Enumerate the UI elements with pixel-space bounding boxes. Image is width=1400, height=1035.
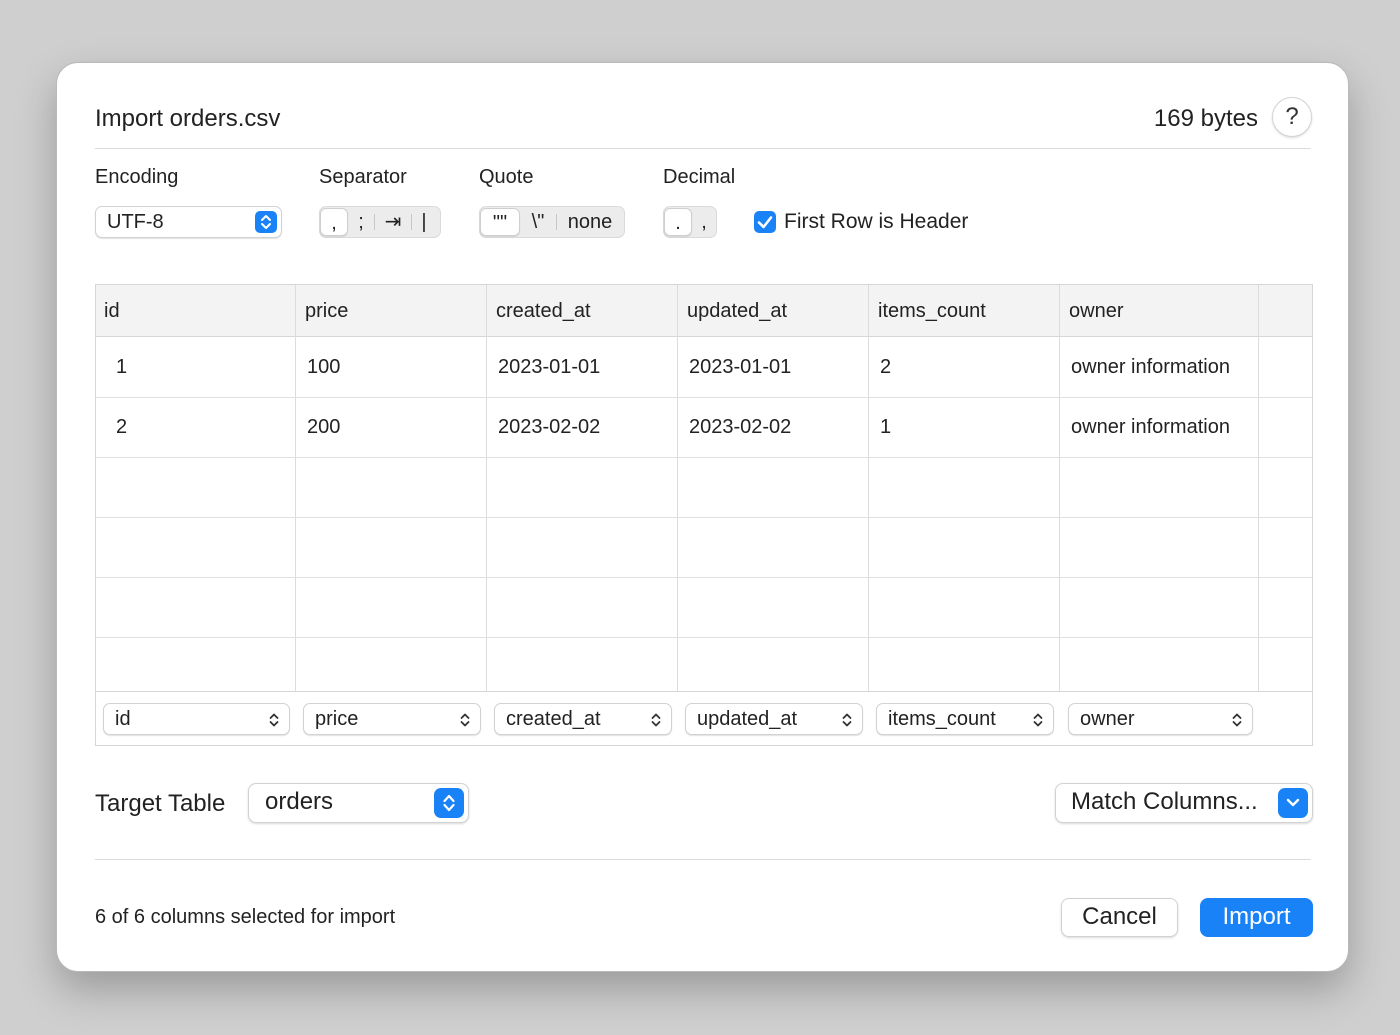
decimal-label: Decimal	[663, 166, 736, 188]
match-columns-button[interactable]: Match Columns...	[1055, 783, 1313, 823]
table-cell: 100	[307, 356, 341, 378]
table-cell: owner information	[1071, 416, 1230, 438]
table-cell: 2023-02-02	[498, 416, 601, 438]
decimal-comma[interactable]: ,	[692, 208, 716, 236]
dialog-title: Import orders.csv	[95, 105, 281, 132]
chevron-updown-icon	[460, 713, 470, 727]
table-cell: 2023-02-02	[689, 416, 792, 438]
import-dialog: Import orders.csv 169 bytes ? Encoding U…	[56, 62, 1349, 972]
row-divider	[96, 397, 1312, 398]
match-columns-label: Match Columns...	[1071, 788, 1258, 815]
encoding-value: UTF-8	[107, 211, 164, 233]
chevron-updown-icon	[269, 713, 279, 727]
column-divider	[868, 285, 869, 691]
table-cell: 2	[116, 416, 128, 438]
column-mapping-value: price	[315, 708, 359, 730]
encoding-select[interactable]: UTF-8	[95, 206, 282, 238]
column-header-id[interactable]: id	[104, 300, 120, 323]
column-divider	[486, 285, 487, 691]
separator-semicolon[interactable]: ;	[348, 208, 374, 236]
target-table-label: Target Table	[95, 790, 226, 817]
first-row-header-checkbox[interactable]	[754, 211, 776, 233]
stepper-icon	[255, 211, 277, 233]
help-button[interactable]: ?	[1272, 97, 1312, 137]
checkmark-icon	[757, 216, 773, 229]
status-text: 6 of 6 columns selected for import	[95, 906, 396, 928]
quote-none[interactable]: none	[557, 208, 623, 236]
column-divider	[677, 285, 678, 691]
column-header-updated-at[interactable]: updated_at	[687, 300, 787, 323]
target-table-value: orders	[265, 788, 334, 815]
encoding-label: Encoding	[95, 166, 179, 188]
column-mapping-value: created_at	[506, 708, 601, 730]
separator-tab[interactable]: ⇥	[375, 208, 411, 236]
chevron-updown-icon	[1033, 713, 1043, 727]
table-cell: 2023-01-01	[498, 356, 601, 378]
table-cell: 200	[307, 416, 341, 438]
column-mapping-value: updated_at	[697, 708, 798, 730]
column-header-created-at[interactable]: created_at	[496, 300, 591, 323]
preview-table: id price created_at updated_at items_cou…	[95, 284, 1313, 746]
decimal-period[interactable]: .	[664, 208, 692, 236]
cancel-button[interactable]: Cancel	[1061, 898, 1178, 937]
column-divider	[1059, 285, 1060, 691]
divider	[95, 148, 1311, 149]
column-mapping-select-id[interactable]: id	[103, 703, 290, 735]
column-header-price[interactable]: price	[305, 300, 348, 323]
separator-segmented: , ; ⇥ |	[319, 206, 441, 238]
column-header-items-count[interactable]: items_count	[878, 300, 986, 323]
decimal-segmented: . ,	[663, 206, 717, 238]
separator-pipe[interactable]: |	[412, 208, 436, 236]
column-header-owner[interactable]: owner	[1069, 300, 1123, 323]
file-size: 169 bytes	[1153, 105, 1258, 132]
row-divider	[96, 637, 1312, 638]
separator-comma[interactable]: ,	[320, 208, 348, 236]
target-table-select[interactable]: orders	[248, 783, 469, 823]
divider	[95, 859, 1311, 860]
column-divider	[295, 285, 296, 691]
column-mapping-select-updated-at[interactable]: updated_at	[685, 703, 863, 735]
stepper-icon	[434, 788, 464, 818]
column-mapping-select-items-count[interactable]: items_count	[876, 703, 1054, 735]
column-mapping-value: id	[115, 708, 131, 730]
column-mapping-value: items_count	[888, 708, 996, 730]
row-divider	[96, 691, 1312, 692]
chevron-updown-icon	[1232, 713, 1242, 727]
column-mapping-select-price[interactable]: price	[303, 703, 481, 735]
table-cell: owner information	[1071, 356, 1230, 378]
chevron-updown-icon	[842, 713, 852, 727]
quote-escaped[interactable]: \"	[520, 208, 556, 236]
chevron-down-icon[interactable]	[1278, 788, 1308, 818]
row-divider	[96, 517, 1312, 518]
chevron-updown-icon	[651, 713, 661, 727]
column-mapping-value: owner	[1080, 708, 1135, 730]
quote-segmented: "" \" none	[479, 206, 625, 238]
column-mapping-select-owner[interactable]: owner	[1068, 703, 1253, 735]
first-row-header-label[interactable]: First Row is Header	[784, 210, 968, 234]
column-mapping-select-created-at[interactable]: created_at	[494, 703, 672, 735]
row-divider	[96, 577, 1312, 578]
quote-label: Quote	[479, 166, 534, 188]
separator-label: Separator	[319, 166, 407, 188]
column-divider	[1258, 285, 1259, 691]
table-cell: 1	[116, 356, 128, 378]
table-cell: 2023-01-01	[689, 356, 792, 378]
quote-double[interactable]: ""	[480, 208, 520, 236]
table-cell: 2	[880, 356, 892, 378]
row-divider	[96, 457, 1312, 458]
table-cell: 1	[880, 416, 892, 438]
import-button[interactable]: Import	[1200, 898, 1313, 937]
